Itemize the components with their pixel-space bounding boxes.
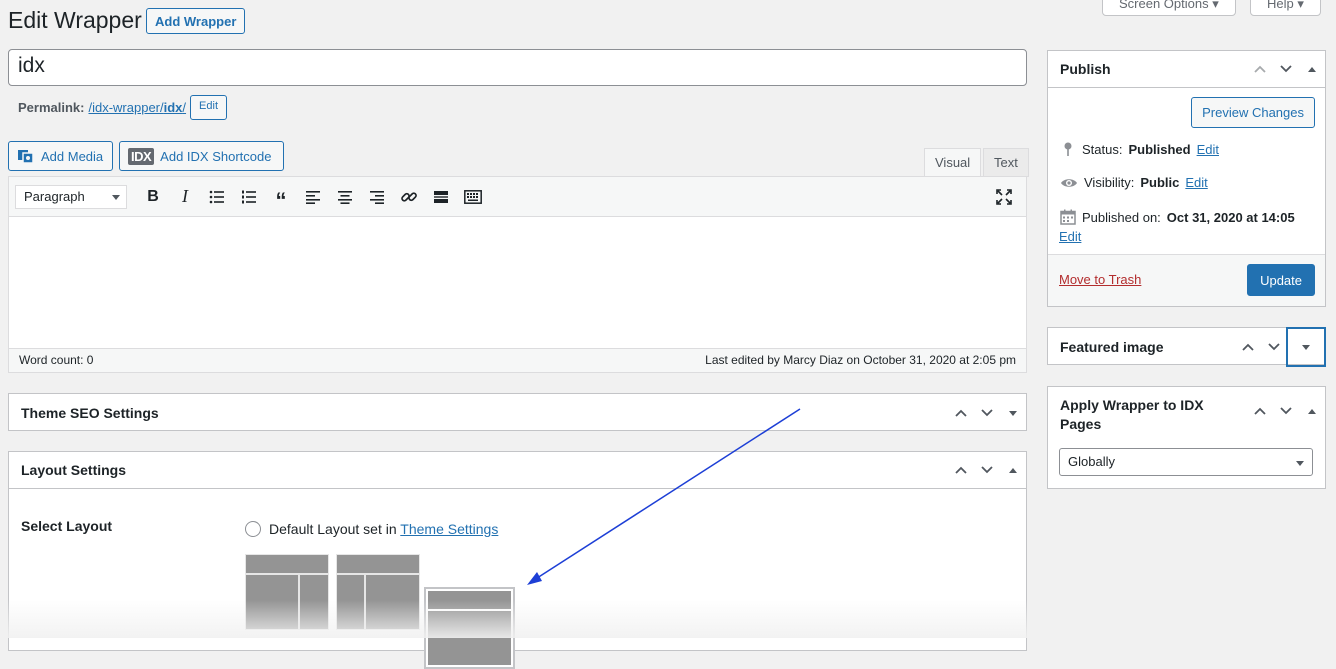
publish-header[interactable]: Publish	[1048, 51, 1325, 88]
align-left-icon[interactable]	[297, 183, 329, 211]
toggle-panel-icon[interactable]	[1000, 395, 1026, 431]
toggle-panel-icon[interactable]	[1299, 393, 1325, 429]
word-count: Word count: 0	[19, 353, 94, 367]
toolbar-toggle-icon[interactable]	[457, 183, 489, 211]
add-idx-shortcode-button[interactable]: IDX Add IDX Shortcode	[119, 141, 284, 171]
theme-seo-title: Theme SEO Settings	[21, 404, 159, 421]
move-up-icon[interactable]	[1247, 393, 1273, 429]
apply-wrapper-title: Apply Wrapper to IDX Pages	[1060, 397, 1204, 432]
bottom-fade	[0, 600, 1040, 638]
published-value: Oct 31, 2020 at 14:05	[1166, 209, 1295, 225]
default-layout-radio[interactable]	[245, 521, 261, 537]
read-more-icon[interactable]	[425, 183, 457, 211]
permalink-link[interactable]: /idx-wrapper/idx/	[88, 100, 186, 115]
move-up-icon[interactable]	[948, 452, 974, 488]
status-value: Published	[1128, 141, 1191, 157]
eye-icon	[1061, 178, 1077, 187]
apply-wrapper-postbox: Apply Wrapper to IDX Pages Globally	[1047, 386, 1326, 489]
permalink-slug: idx	[163, 100, 183, 115]
default-layout-prefix: Default Layout set in	[269, 521, 401, 537]
add-media-label: Add Media	[41, 148, 104, 164]
move-down-icon[interactable]	[1273, 393, 1299, 429]
toggle-panel-icon[interactable]	[1299, 51, 1325, 87]
visibility-edit-link[interactable]: Edit	[1185, 175, 1207, 190]
move-down-icon[interactable]	[974, 395, 1000, 431]
publish-actions: Move to Trash Update	[1048, 254, 1325, 306]
move-up-icon[interactable]	[1235, 329, 1261, 365]
published-label: Published on:	[1082, 209, 1161, 225]
add-media-button[interactable]: Add Media	[8, 141, 113, 171]
align-center-icon[interactable]	[329, 183, 361, 211]
toggle-panel-icon[interactable]	[1287, 327, 1325, 366]
last-edited: Last edited by Marcy Diaz on October 31,…	[705, 353, 1016, 367]
theme-settings-link[interactable]: Theme Settings	[400, 521, 498, 537]
editor-toolbar: Paragraph B I “	[9, 177, 1026, 217]
help-tab[interactable]: Help ▾	[1250, 0, 1321, 16]
status-edit-link[interactable]: Edit	[1197, 142, 1219, 157]
theme-seo-postbox: Theme SEO Settings	[8, 393, 1027, 431]
page-title: Edit Wrapper	[8, 7, 142, 33]
default-layout-option[interactable]: Default Layout set in Theme Settings	[245, 521, 498, 537]
format-select[interactable]: Paragraph	[15, 184, 127, 209]
status-label: Status:	[1082, 141, 1123, 157]
help-label: Help ▾	[1267, 0, 1304, 11]
publish-title: Publish	[1060, 61, 1111, 77]
published-on-row: Published on: Oct 31, 2020 at 14:05	[1060, 209, 1295, 225]
publish-postbox: Publish Preview Changes Status: Publishe…	[1047, 50, 1326, 307]
layout-settings-body: Select Layout Default Layout set in Them…	[9, 489, 1026, 669]
visibility-row: Visibility: Public Edit	[1060, 175, 1208, 190]
fullscreen-icon[interactable]	[988, 183, 1020, 211]
move-down-icon[interactable]	[1273, 51, 1299, 87]
align-right-icon[interactable]	[361, 183, 393, 211]
apply-wrapper-select[interactable]: Globally	[1059, 448, 1313, 476]
featured-image-postbox: Featured image	[1047, 327, 1326, 366]
post-title-input[interactable]: idx	[8, 49, 1027, 86]
permalink-suffix: /	[182, 100, 187, 115]
editor-content-area[interactable]	[9, 217, 1026, 350]
screen-options-label: Screen Options ▾	[1119, 0, 1219, 11]
bold-icon[interactable]: B	[137, 183, 169, 211]
media-icon	[18, 150, 34, 164]
status-row: Status: Published Edit	[1060, 141, 1219, 157]
theme-seo-header[interactable]: Theme SEO Settings	[9, 394, 1026, 431]
move-down-icon[interactable]	[1261, 329, 1287, 365]
move-down-icon[interactable]	[974, 452, 1000, 488]
move-up-icon[interactable]	[1247, 51, 1273, 87]
default-layout-text: Default Layout set in Theme Settings	[269, 521, 498, 537]
add-idx-label: Add IDX Shortcode	[160, 148, 272, 164]
featured-image-header[interactable]: Featured image	[1048, 327, 1325, 366]
add-wrapper-button[interactable]: Add Wrapper	[146, 8, 246, 34]
publish-body: Preview Changes Status: Published Edit V…	[1048, 88, 1325, 306]
editor-status-bar: Word count: 0 Last edited by Marcy Diaz …	[9, 348, 1026, 372]
numbered-list-icon[interactable]	[233, 183, 265, 211]
permalink-edit-button[interactable]: Edit	[190, 95, 228, 120]
apply-wrapper-header[interactable]: Apply Wrapper to IDX Pages	[1048, 387, 1325, 437]
permalink-prefix: /idx-wrapper/	[88, 100, 164, 115]
screen-options-tab[interactable]: Screen Options ▾	[1102, 0, 1236, 16]
idx-logo-icon: IDX	[128, 147, 155, 165]
move-to-trash-link[interactable]: Move to Trash	[1059, 272, 1141, 287]
calendar-icon	[1060, 209, 1076, 225]
permalink-label: Permalink:	[18, 100, 85, 115]
move-up-icon[interactable]	[948, 395, 974, 431]
blockquote-icon[interactable]: “	[265, 183, 297, 213]
select-layout-label: Select Layout	[21, 518, 113, 534]
tab-text[interactable]: Text	[983, 148, 1029, 177]
layout-settings-title: Layout Settings	[21, 462, 127, 478]
preview-changes-button[interactable]: Preview Changes	[1191, 97, 1315, 128]
link-icon[interactable]	[393, 183, 425, 211]
content-editor: Paragraph B I “ Word count: 0 Last edite…	[8, 176, 1027, 373]
visibility-label: Visibility:	[1084, 175, 1135, 190]
permalink: Permalink: /idx-wrapper/idx/ Edit	[18, 95, 228, 120]
published-edit-link[interactable]: Edit	[1059, 229, 1081, 244]
pin-icon	[1064, 142, 1072, 156]
layout-settings-header[interactable]: Layout Settings	[9, 452, 1026, 489]
italic-icon[interactable]: I	[169, 183, 201, 211]
update-button[interactable]: Update	[1247, 264, 1315, 296]
toggle-panel-icon[interactable]	[1000, 452, 1026, 488]
bullet-list-icon[interactable]	[201, 183, 233, 211]
featured-image-title: Featured image	[1060, 338, 1164, 355]
visibility-value: Public	[1140, 175, 1180, 190]
tab-visual[interactable]: Visual	[924, 148, 982, 177]
